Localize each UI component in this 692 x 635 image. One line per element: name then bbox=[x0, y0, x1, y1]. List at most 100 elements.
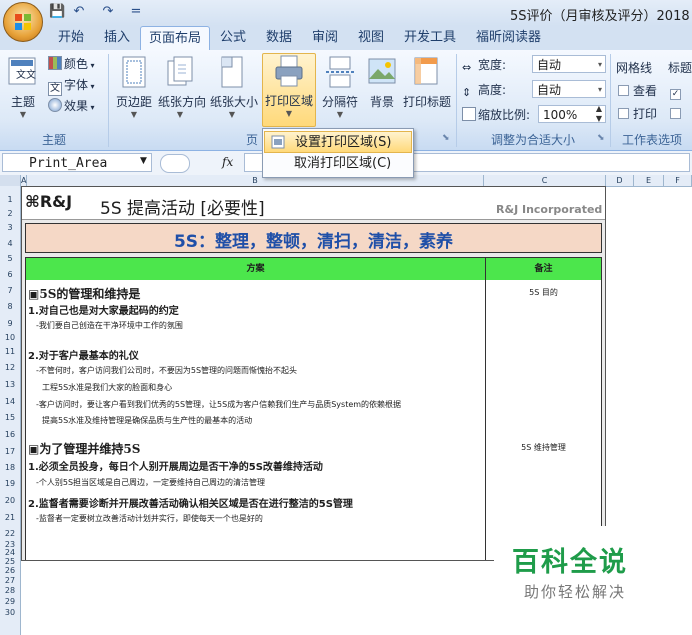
tab-formulas[interactable]: 公式 bbox=[212, 26, 254, 50]
row-header[interactable]: 24 bbox=[0, 549, 20, 557]
row-header[interactable]: 6 bbox=[0, 266, 20, 283]
column-header[interactable]: F bbox=[664, 175, 692, 186]
redo-icon[interactable]: ↷ bbox=[100, 4, 116, 20]
qat-customize-icon[interactable]: = bbox=[128, 4, 144, 20]
tab-page-layout[interactable]: 页面布局 bbox=[140, 26, 211, 51]
row-header[interactable]: 25 bbox=[0, 557, 20, 566]
plan-line[interactable]: 工程5S水准是我们大家的脸面和身心 bbox=[42, 382, 497, 393]
scale-spinner[interactable]: 100% ▲ ▼ bbox=[538, 104, 606, 124]
remark-header[interactable]: 备注 bbox=[486, 258, 601, 280]
column-header[interactable]: D bbox=[606, 175, 634, 186]
select-all-corner[interactable] bbox=[0, 175, 21, 186]
orientation-button[interactable]: 纸张方向 ▼ bbox=[158, 55, 206, 129]
set-print-area-item[interactable]: 设置打印区域(S) bbox=[264, 131, 412, 153]
row-header[interactable]: 29 bbox=[0, 596, 20, 608]
plan-line[interactable]: ▣为了管理并维持5S bbox=[28, 440, 483, 457]
margins-button[interactable]: 页边距 ▼ bbox=[112, 55, 156, 129]
dialog-launcher-icon[interactable]: ⬊ bbox=[597, 133, 605, 143]
theme-colors-label: 颜色 bbox=[64, 57, 89, 71]
name-box[interactable]: Print_Area bbox=[2, 153, 152, 172]
remark-cell[interactable]: 5S 维持管理 bbox=[486, 442, 601, 453]
plan-line[interactable]: 提高5S水准及维持管理是确保品质与生产性的最基本的活动 bbox=[42, 415, 497, 426]
plan-line[interactable]: 1.必须全员投身，每日个人别开展周边是否干净的5S改善维持活动 bbox=[28, 458, 483, 473]
row-header[interactable]: 16 bbox=[0, 426, 20, 444]
company-name[interactable]: R&J Incorporated bbox=[496, 203, 602, 216]
tab-data[interactable]: 数据 bbox=[258, 26, 300, 50]
row-header[interactable]: 27 bbox=[0, 576, 20, 586]
plan-line[interactable]: ▣5S的管理和维持是 bbox=[28, 285, 483, 302]
height-label: 高度: bbox=[478, 83, 507, 97]
tab-foxit-reader[interactable]: 福昕阅读器 bbox=[468, 26, 549, 50]
breaks-button[interactable]: 分隔符 ▼ bbox=[318, 55, 362, 129]
gridlines-print-checkbox[interactable]: 打印 bbox=[618, 104, 657, 124]
height-select[interactable]: 自动 ▾ bbox=[532, 80, 606, 98]
row-header[interactable]: 21 bbox=[0, 509, 20, 527]
row-header[interactable]: 3 bbox=[0, 221, 20, 235]
gridlines-view-checkbox[interactable]: 查看 bbox=[618, 81, 657, 101]
row-header[interactable]: 13 bbox=[0, 376, 20, 393]
row-header[interactable]: 9 bbox=[0, 315, 20, 332]
column-header[interactable]: B bbox=[27, 175, 484, 186]
row-header[interactable]: 30 bbox=[0, 608, 20, 618]
row-header[interactable]: 22 bbox=[0, 527, 20, 540]
column-header[interactable]: C bbox=[484, 175, 606, 186]
background-label: 背景 bbox=[369, 95, 394, 109]
row-header[interactable]: 2 bbox=[0, 206, 20, 221]
headings-view-checkbox[interactable]: ✓ bbox=[670, 81, 685, 101]
row-header[interactable]: 28 bbox=[0, 586, 20, 596]
row-header[interactable]: 18 bbox=[0, 460, 20, 476]
save-icon[interactable]: 💾 bbox=[49, 4, 65, 20]
themes-button[interactable]: 文文 主题 ▼ bbox=[3, 55, 43, 129]
row-header[interactable]: 20 bbox=[0, 492, 20, 509]
row-header[interactable]: 1 bbox=[0, 193, 20, 206]
width-select[interactable]: 自动 ▾ bbox=[532, 55, 606, 73]
plan-line[interactable]: -我们要自己创造在干净环境中工作的氛围 bbox=[36, 320, 491, 331]
spinner-arrows-icon[interactable]: ▲ ▼ bbox=[596, 104, 602, 124]
row-header[interactable]: 7 bbox=[0, 283, 20, 299]
fx-icon[interactable]: fx bbox=[222, 155, 233, 169]
tab-home[interactable]: 开始 bbox=[50, 26, 92, 50]
background-button[interactable]: 背景 bbox=[360, 55, 404, 129]
tab-review[interactable]: 审阅 bbox=[304, 26, 346, 50]
headings-print-checkbox[interactable] bbox=[670, 104, 685, 124]
tab-insert[interactable]: 插入 bbox=[96, 26, 138, 50]
print-label: 打印 bbox=[633, 107, 658, 121]
remark-cell[interactable]: 5S 目的 bbox=[486, 287, 601, 298]
row-header[interactable]: 10 bbox=[0, 332, 20, 344]
theme-colors-button[interactable]: 颜色 ▾ bbox=[48, 54, 95, 74]
size-button[interactable]: 纸张大小 ▼ bbox=[210, 55, 258, 129]
tab-view[interactable]: 视图 bbox=[350, 26, 392, 50]
row-header[interactable]: 11 bbox=[0, 344, 20, 359]
undo-icon[interactable]: ↶ bbox=[71, 4, 87, 20]
plan-line[interactable]: -客户访问时，要让客户看到我们优秀的5S管理，让5S成为客户信赖我们生产与品质S… bbox=[36, 399, 491, 410]
chevron-down-icon: ▼ bbox=[130, 110, 138, 119]
row-header[interactable]: 5 bbox=[0, 252, 20, 266]
name-box-dropdown-icon[interactable]: ▼ bbox=[140, 156, 147, 166]
sheet-title[interactable]: 5S 提高活动 [必要性] bbox=[100, 194, 265, 219]
row-header[interactable]: 17 bbox=[0, 444, 20, 460]
formula-bar-expand-button[interactable] bbox=[160, 154, 190, 173]
print-titles-button[interactable]: 打印标题 bbox=[400, 55, 454, 129]
plan-line[interactable]: 2.对于客户最基本的礼仪 bbox=[28, 347, 483, 362]
plan-line[interactable]: -监督者一定要树立改善活动计划并实行，即使每天一个也是好的 bbox=[36, 513, 491, 524]
row-header[interactable]: 19 bbox=[0, 476, 20, 492]
tab-developer[interactable]: 开发工具 bbox=[396, 26, 464, 50]
theme-fonts-button[interactable]: 文字体 ▾ bbox=[48, 75, 95, 96]
plan-line[interactable]: -个人别5S担当区域是自己周边，一定要维持自己周边的清洁管理 bbox=[36, 477, 491, 488]
print-area-button[interactable]: 打印区域 ▼ bbox=[262, 53, 316, 127]
column-header[interactable]: E bbox=[634, 175, 664, 186]
row-header[interactable]: 26 bbox=[0, 566, 20, 576]
office-button[interactable] bbox=[3, 2, 43, 42]
plan-line[interactable]: 2.监督者需要诊断并开展改善活动确认相关区域是否在进行整洁的5S管理 bbox=[28, 495, 483, 510]
row-header[interactable]: 8 bbox=[0, 299, 20, 315]
plan-header[interactable]: 方案 bbox=[26, 258, 486, 280]
theme-effects-button[interactable]: 效果 ▾ bbox=[48, 96, 95, 116]
row-header[interactable]: 12 bbox=[0, 359, 20, 376]
clear-print-area-item[interactable]: 取消打印区域(C) bbox=[264, 153, 412, 175]
plan-line[interactable]: 1.对自己也是对大家最起码的约定 bbox=[28, 302, 483, 317]
dialog-launcher-icon[interactable]: ⬊ bbox=[442, 133, 450, 143]
plan-line[interactable]: -不管何时，客户访问我们公司时，不要因为5S管理的问题而惭愧抬不起头 bbox=[36, 365, 491, 376]
row-header[interactable]: 4 bbox=[0, 235, 20, 252]
row-header[interactable]: 14 bbox=[0, 393, 20, 410]
row-header[interactable]: 15 bbox=[0, 410, 20, 426]
